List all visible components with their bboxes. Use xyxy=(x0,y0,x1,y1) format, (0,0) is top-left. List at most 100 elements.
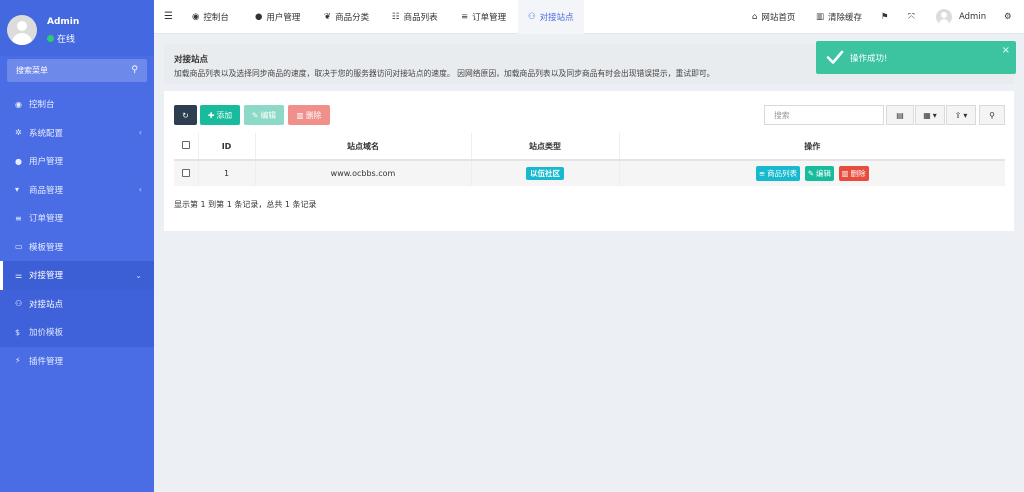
pagination-info: 显示第 1 到第 1 条记录，总共 1 条记录 xyxy=(174,200,317,209)
add-label: 添加 xyxy=(216,110,233,120)
row-delete-label: 删除 xyxy=(850,169,866,178)
top-navbar: ☰ ◉ 控制台 ● 用户管理 ❦ 商品分类 ☷ 商品列表 ≡ 订单管理 ⚇ 对接… xyxy=(154,0,1024,34)
row-type-cell: 以伍社区 xyxy=(471,160,620,186)
row-id: 1 xyxy=(198,160,256,186)
success-toast: 操作成功! × xyxy=(816,41,1016,74)
user-menu[interactable]: Admin xyxy=(936,0,986,34)
dashboard-icon: ◉ xyxy=(15,99,22,109)
table-icon: ▤ xyxy=(896,110,904,120)
plug-icon: ⚡ xyxy=(15,356,21,366)
dashboard-icon: ◉ xyxy=(192,12,200,22)
sidebar-item-plugins[interactable]: ⚡ 插件管理 xyxy=(0,347,154,376)
columns-button[interactable]: ▦ ▾ xyxy=(915,105,945,125)
home-icon: ⌂ xyxy=(752,12,758,22)
sidebar-item-goods[interactable]: ▾ 商品管理 ‹ xyxy=(0,176,154,205)
sitemap-icon: ⚇ xyxy=(528,12,536,22)
close-icon[interactable]: × xyxy=(1002,45,1010,56)
tab-docking-sites[interactable]: ⚇ 对接站点 xyxy=(518,0,584,34)
select-all-cell xyxy=(174,133,199,161)
sliders-icon: ⚌ xyxy=(15,270,23,280)
translate-icon: ⚑ xyxy=(881,12,889,22)
search-icon: ⚲ xyxy=(989,110,995,120)
column-header-domain[interactable]: 站点域名 xyxy=(255,133,472,161)
menu-search-input[interactable]: 搜索菜单 ⚲ xyxy=(7,59,147,82)
tab-label: 用户管理 xyxy=(266,13,301,23)
menu-search-placeholder: 搜索菜单 xyxy=(16,66,48,75)
column-header-id[interactable]: ID xyxy=(198,133,256,161)
add-button[interactable]: ✚ 添加 xyxy=(200,105,240,125)
dollar-icon: $ xyxy=(15,327,21,337)
toggle-view-button[interactable]: ▤ xyxy=(886,105,914,125)
tab-label: 商品分类 xyxy=(335,13,370,23)
clear-cache-button[interactable]: ▥ 清除缓存 xyxy=(816,0,862,34)
edit-label: 编辑 xyxy=(260,110,277,120)
export-button[interactable]: ⇪ ▾ xyxy=(946,105,976,125)
sidebar-item-users[interactable]: ● 用户管理 xyxy=(0,147,154,176)
advanced-search-button[interactable]: ⚲ xyxy=(979,105,1005,125)
tab-dashboard[interactable]: ◉ 控制台 xyxy=(192,0,229,34)
sidebar-item-docking-sites[interactable]: ⚇ 对接站点 xyxy=(0,290,154,319)
sidebar: Admin 在线 搜索菜单 ⚲ ◉ 控制台 ✲ 系统配置 ‹ ● 用户管理 ▾ … xyxy=(0,0,154,492)
user-icon: ● xyxy=(15,156,22,166)
sidebar-item-dashboard[interactable]: ◉ 控制台 xyxy=(0,90,154,119)
sidebar-item-templates[interactable]: ▭ 模板管理 xyxy=(0,233,154,262)
sidebar-item-label: 对接站点 xyxy=(29,299,64,310)
refresh-icon: ↻ xyxy=(182,110,189,120)
plus-icon: ✚ xyxy=(207,110,215,120)
tab-orders[interactable]: ≡ 订单管理 xyxy=(461,0,506,34)
list-icon: ≡ xyxy=(758,169,766,178)
leaf-icon: ❦ xyxy=(324,12,332,22)
trash-icon: ▥ xyxy=(816,12,825,22)
cart-icon: ▾ xyxy=(15,185,20,195)
table-search-input[interactable]: 搜索 xyxy=(764,105,884,125)
sidebar-user-name: Admin xyxy=(47,17,80,27)
sidebar-item-label: 系统配置 xyxy=(29,128,64,139)
row-checkbox[interactable] xyxy=(181,168,190,177)
tab-goods-category[interactable]: ❦ 商品分类 xyxy=(324,0,369,34)
search-icon[interactable]: ⚲ xyxy=(131,65,138,75)
language-button[interactable]: ⚑ xyxy=(881,0,889,34)
menu-toggle-icon[interactable]: ☰ xyxy=(164,11,173,22)
row-delete-button[interactable]: ▥ 删除 xyxy=(838,166,869,181)
row-edit-button[interactable]: ✎ 编辑 xyxy=(804,166,834,181)
site-home-label: 网站首页 xyxy=(761,13,796,23)
column-header-type[interactable]: 站点类型 xyxy=(471,133,620,161)
trash-icon: ▥ xyxy=(841,169,849,178)
toast-message: 操作成功! xyxy=(850,54,888,64)
column-header-actions: 操作 xyxy=(619,133,1005,161)
list-icon: ≡ xyxy=(461,12,469,22)
avatar xyxy=(936,9,952,25)
sidebar-menu: ◉ 控制台 ✲ 系统配置 ‹ ● 用户管理 ▾ 商品管理 ‹ ≡ 订单管理 ▭ … xyxy=(0,90,154,375)
sidebar-item-label: 控制台 xyxy=(29,100,55,111)
tab-users[interactable]: ● 用户管理 xyxy=(255,0,300,34)
chevron-down-icon: ⌄ xyxy=(135,270,142,280)
tab-goods-list[interactable]: ☷ 商品列表 xyxy=(392,0,438,34)
sidebar-item-markup-template[interactable]: $ 加价模板 xyxy=(0,318,154,347)
site-home-link[interactable]: ⌂ 网站首页 xyxy=(752,0,795,34)
chevron-left-icon: ‹ xyxy=(138,128,142,138)
table-row[interactable]: 1 www.ocbbs.com 以伍社区 ≡ 商品列表 ✎ 编辑 ▥ 删除 xyxy=(174,160,1005,186)
select-all-checkbox[interactable] xyxy=(181,141,190,149)
refresh-button[interactable]: ↻ xyxy=(174,105,197,125)
sidebar-item-system-config[interactable]: ✲ 系统配置 ‹ xyxy=(0,119,154,148)
avatar[interactable] xyxy=(7,15,37,45)
search-placeholder: 搜索 xyxy=(774,110,790,120)
goods-list-button[interactable]: ≡ 商品列表 xyxy=(755,166,801,181)
settings-button[interactable]: ⚙ xyxy=(1004,0,1012,34)
list-icon: ☷ xyxy=(392,12,400,22)
tab-label: 订单管理 xyxy=(472,13,507,23)
delete-button[interactable]: ▥ 删除 xyxy=(288,105,330,125)
sidebar-item-docking[interactable]: ⚌ 对接管理 ⌄ xyxy=(0,261,154,290)
docking-submenu: ⚇ 对接站点 $ 加价模板 xyxy=(0,289,154,347)
trash-icon: ▥ xyxy=(296,110,304,120)
online-dot-icon xyxy=(47,35,54,42)
fullscreen-icon: ⤧ xyxy=(908,12,915,22)
clear-cache-label: 清除缓存 xyxy=(828,13,863,23)
goods-list-label: 商品列表 xyxy=(767,169,798,178)
fullscreen-button[interactable]: ⤧ xyxy=(908,0,915,34)
delete-label: 删除 xyxy=(305,110,322,120)
export-icon: ⇪ xyxy=(954,110,962,120)
sidebar-item-orders[interactable]: ≡ 订单管理 xyxy=(0,204,154,233)
pencil-icon: ✎ xyxy=(807,169,814,178)
edit-button[interactable]: ✎ 编辑 xyxy=(244,105,284,125)
